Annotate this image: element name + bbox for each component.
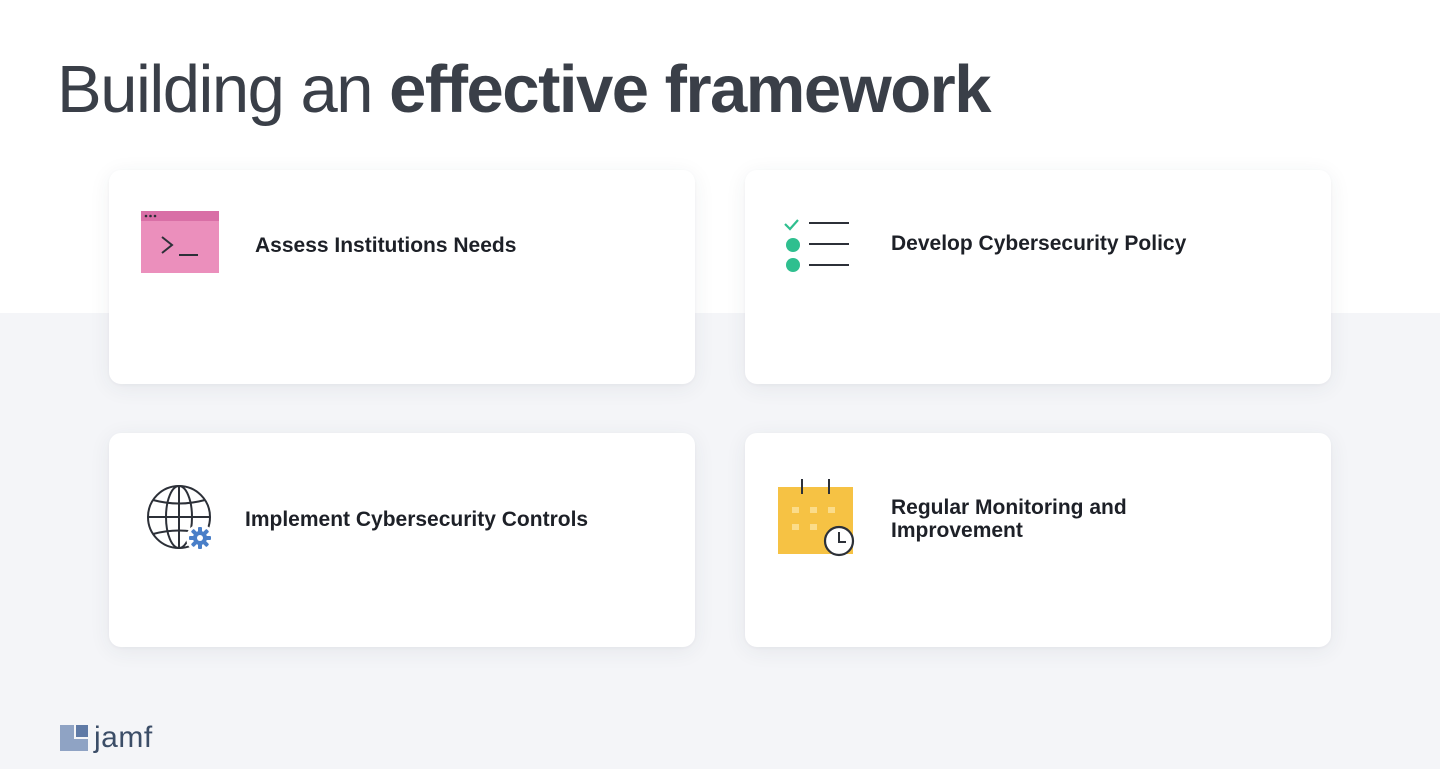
card-develop-policy: Develop Cybersecurity Policy [745,170,1331,384]
globe-gear-icon [147,485,214,552]
brand-name: jamf [94,721,153,754]
jamf-logo-icon [60,725,88,751]
checklist-icon [784,219,849,272]
card-label: Regular Monitoring and Improvement [891,496,1127,542]
card-label: Implement Cybersecurity Controls [245,508,589,531]
page-title: Building an effective framework [57,50,991,130]
page-title-regular: Building an [57,52,390,127]
calendar-clock-icon [778,479,855,557]
card-implement-controls: Implement Cybersecurity Controls [109,433,695,647]
page-title-bold: effective framework [389,52,991,127]
terminal-window-icon [141,211,219,273]
card-assess-needs: Assess Institutions Needs [109,170,695,384]
card-label: Develop Cybersecurity Policy [891,232,1187,255]
card-label: Assess Institutions Needs [255,234,517,257]
card-monitoring: Regular Monitoring and Improvement [745,433,1331,647]
